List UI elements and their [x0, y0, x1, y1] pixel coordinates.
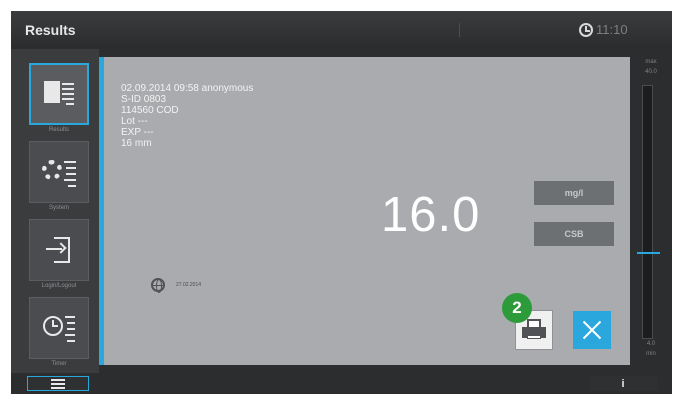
sidebar: Results System Login/Logout Timer: [11, 49, 99, 373]
sidebar-item-label: Results: [48, 127, 69, 133]
sidebar-item-label: Timer: [51, 361, 67, 367]
page-title: Results: [25, 22, 76, 38]
scale-max-value: 40.0: [645, 69, 657, 75]
result-line: 02.09.2014 09:58 anonymous: [121, 83, 254, 94]
clock-icon: [579, 22, 593, 37]
sidebar-item-results[interactable]: Results: [27, 63, 93, 139]
results-list-icon: [44, 81, 74, 107]
scale-marker: [637, 252, 660, 254]
date-row: 27.02.2014: [151, 278, 202, 293]
results-tile[interactable]: [29, 63, 89, 125]
clock-time: 11:10: [596, 22, 628, 37]
result-info: 02.09.2014 09:58 anonymous S-ID 0803 114…: [121, 83, 253, 149]
result-line: S-ID 0803: [121, 94, 167, 105]
menu-button[interactable]: [27, 376, 89, 391]
login-logout-tile[interactable]: [29, 219, 89, 281]
logout-icon: [44, 235, 74, 265]
sidebar-item-label: System: [48, 205, 69, 211]
reference-date: 27.02.2014: [176, 282, 202, 288]
measurement-value: 16.0: [381, 188, 481, 242]
result-line: 16 mm: [121, 138, 152, 149]
measurement-scale: max 40.0 4.0 min: [630, 57, 672, 365]
settings-gear-icon: [42, 157, 76, 187]
globe-icon: [151, 278, 165, 293]
timer-tile[interactable]: [29, 297, 89, 359]
result-line: Lot ---: [121, 116, 148, 127]
result-line: EXP ---: [121, 127, 154, 138]
sidebar-item-label: Login/Logout: [41, 283, 77, 289]
sidebar-item-login-logout[interactable]: Login/Logout: [27, 219, 93, 295]
parameter-button[interactable]: CSB: [534, 222, 614, 246]
bottom-bar: i: [11, 373, 672, 394]
close-icon: [582, 320, 602, 340]
scale-min-value: 4.0: [646, 341, 656, 347]
result-panel: 02.09.2014 09:58 anonymous S-ID 0803 114…: [99, 57, 630, 365]
header-divider: [459, 23, 460, 37]
unit-button[interactable]: mg/l: [534, 181, 614, 205]
timer-list-icon: [43, 314, 75, 342]
hamburger-icon: [51, 379, 65, 389]
printer-icon: [522, 319, 546, 341]
scale-max-label: max: [645, 59, 657, 65]
sidebar-item-system[interactable]: System: [27, 141, 93, 217]
info-icon: i: [621, 377, 625, 390]
callout-badge: 2: [502, 293, 532, 323]
device-screen: Results 11:10 Results System Login/Logou…: [11, 11, 672, 394]
result-line: 114560 COD: [121, 105, 179, 116]
scale-bar: [637, 85, 660, 339]
clock: 11:10: [579, 22, 628, 37]
sidebar-item-timer[interactable]: Timer: [27, 297, 93, 373]
info-button[interactable]: i: [589, 376, 657, 391]
scale-min-label: min: [646, 351, 656, 357]
system-tile[interactable]: [29, 141, 89, 203]
close-button[interactable]: [573, 311, 611, 349]
top-bar: Results 11:10: [11, 11, 672, 49]
